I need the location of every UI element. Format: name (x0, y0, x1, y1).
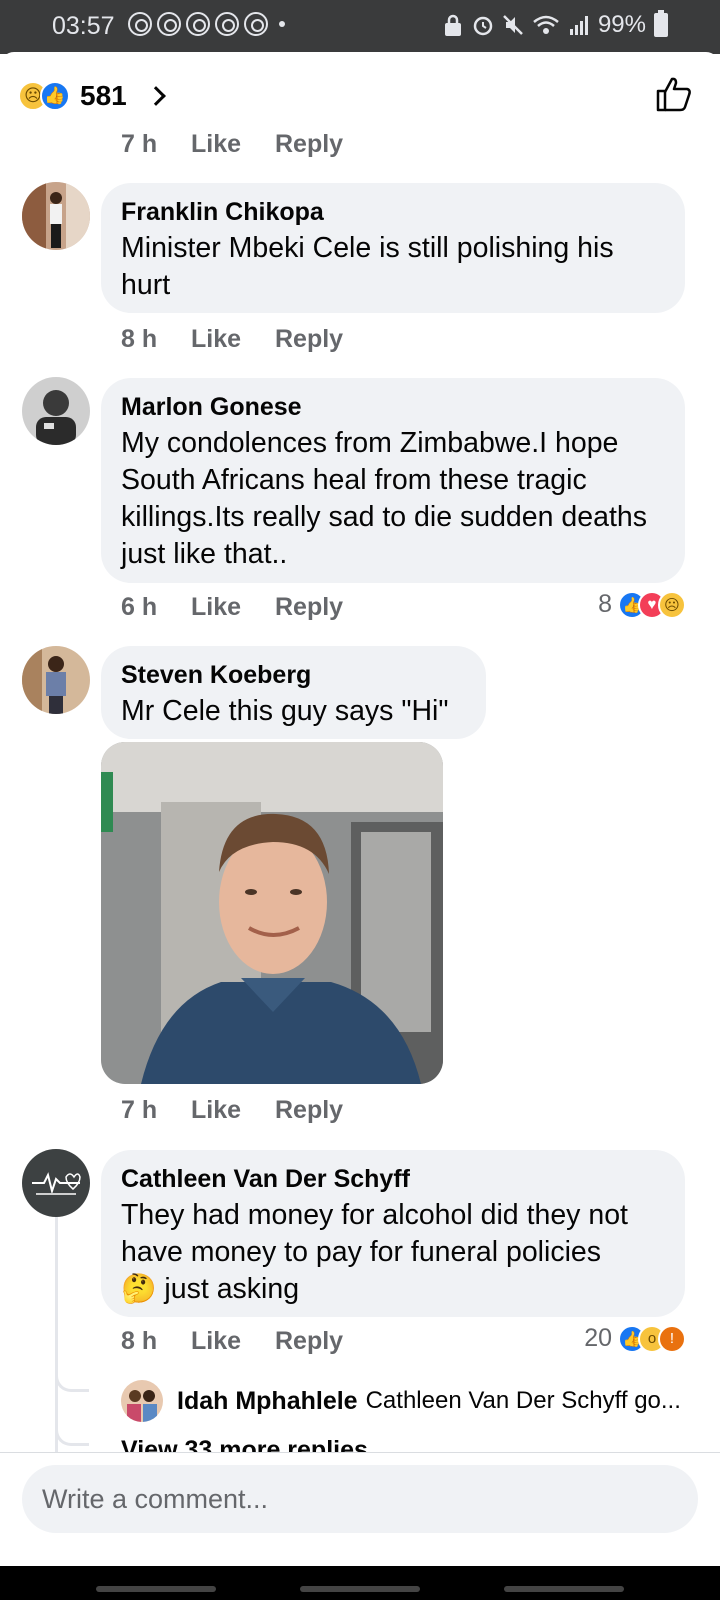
comment-time: 7 h (121, 130, 158, 158)
notification-icon (186, 12, 210, 36)
view-more-replies-link[interactable]: View 33 more replies (121, 1436, 368, 1452)
reaction-count: 581 (80, 80, 127, 111)
chevron-right-icon[interactable] (145, 86, 166, 106)
comment-bubble[interactable]: Marlon Gonese My condolences from Zimbab… (101, 378, 685, 583)
comment-text: They had money for alcohol did they not … (121, 1197, 665, 1308)
reaction-count: 20 (584, 1324, 612, 1352)
battery-percent: 99% (597, 11, 646, 38)
reply-avatar[interactable] (121, 1380, 163, 1422)
comment-actions: 6 h Like Reply (121, 593, 343, 622)
alarm-icon (473, 16, 493, 36)
notification-icon (215, 12, 239, 36)
like-button[interactable]: Like (191, 1096, 275, 1125)
comment-reactions[interactable]: 20 👍 o ! (584, 1324, 686, 1353)
notification-icons (128, 12, 285, 36)
comment-actions: 7 h Like Reply (121, 130, 343, 159)
commenter-name[interactable]: Marlon Gonese (121, 392, 665, 422)
comment-text: Minister Mbeki Cele is still polishing h… (121, 232, 614, 301)
comment-actions: 7 h Like Reply (121, 1096, 343, 1125)
sad-emoji-icon: ☹ (658, 590, 686, 619)
reply-button[interactable]: Reply (275, 1327, 343, 1356)
status-time: 03:57 (52, 12, 115, 40)
avatar[interactable] (22, 377, 90, 445)
comment-text-suffix: just asking (164, 1273, 300, 1305)
like-thumb-icon[interactable] (654, 74, 694, 114)
signal-icon (569, 16, 588, 35)
commenter-name[interactable]: Steven Koeberg (121, 660, 466, 690)
comments-sheet: ☹ 👍 581 7 h Like Reply Franklin Chikopa … (0, 52, 720, 1600)
commenter-name[interactable]: Franklin Chikopa (121, 197, 665, 227)
nav-home-handle[interactable] (300, 1586, 420, 1592)
reply-author-name[interactable]: Idah Mphahlele (177, 1387, 358, 1416)
comment-bubble[interactable]: Steven Koeberg Mr Cele this guy says "Hi… (101, 646, 486, 739)
comment-time: 7 h (121, 1096, 158, 1124)
nav-recents-handle[interactable] (96, 1586, 216, 1592)
status-bar: 03:57 99% (0, 0, 720, 54)
reply-button[interactable]: Reply (275, 325, 343, 354)
nav-back-handle[interactable] (504, 1586, 624, 1592)
comment-actions: 8 h Like Reply (121, 325, 343, 354)
comment-photo[interactable] (101, 742, 443, 1084)
comment-time: 8 h (121, 1327, 158, 1355)
reply-button[interactable]: Reply (275, 1096, 343, 1125)
like-button[interactable]: Like (191, 325, 275, 354)
notification-icon (157, 12, 181, 36)
notification-icon (128, 12, 152, 36)
reply-text: Cathleen Van Der Schyff go... (365, 1387, 681, 1414)
comment-time: 6 h (121, 593, 158, 621)
comment-text: My condolences from Zimbabwe.I hope Sout… (121, 427, 647, 570)
mute-icon (503, 15, 523, 35)
avatar[interactable] (22, 182, 90, 250)
reply-button[interactable]: Reply (275, 593, 343, 622)
comment-text: Mr Cele this guy says "Hi" (121, 695, 449, 727)
avatar[interactable] (22, 646, 90, 714)
comment-bubble[interactable]: Cathleen Van Der Schyff They had money f… (101, 1150, 685, 1317)
wifi-icon (533, 15, 559, 34)
battery-icon (654, 10, 668, 37)
comment-reactions[interactable]: 8 👍 ♥ ☹ (598, 590, 686, 619)
like-button[interactable]: Like (191, 593, 275, 622)
commenter-name[interactable]: Cathleen Van Der Schyff (121, 1164, 665, 1194)
system-nav-bar (0, 1566, 720, 1600)
comment-text-main: They had money for alcohol did they not … (121, 1199, 628, 1268)
notification-icon (244, 12, 268, 36)
comment-actions: 8 h Like Reply (121, 1327, 343, 1356)
status-right: 99% (442, 10, 668, 39)
reply-preview[interactable]: Idah Mphahlele Cathleen Van Der Schyff g… (121, 1380, 691, 1422)
like-icon: 👍 (40, 81, 70, 111)
lock-icon (444, 14, 461, 36)
comment-input[interactable] (22, 1465, 698, 1533)
like-button[interactable]: Like (191, 130, 275, 159)
like-button[interactable]: Like (191, 1327, 275, 1356)
reaction-count: 8 (598, 590, 612, 618)
angry-emoji-icon: ! (658, 1324, 686, 1353)
thinking-emoji-icon: 🤔 (121, 1273, 157, 1305)
avatar[interactable] (22, 1149, 90, 1217)
reactions-summary[interactable]: ☹ 👍 581 (18, 74, 166, 118)
comment-composer-bar (0, 1452, 720, 1570)
more-notifications-dot (279, 21, 285, 27)
reaction-icons: ☹ 👍 (18, 81, 70, 111)
reply-button[interactable]: Reply (275, 130, 343, 159)
comment-bubble[interactable]: Franklin Chikopa Minister Mbeki Cele is … (101, 183, 685, 313)
comment-time: 8 h (121, 325, 158, 353)
